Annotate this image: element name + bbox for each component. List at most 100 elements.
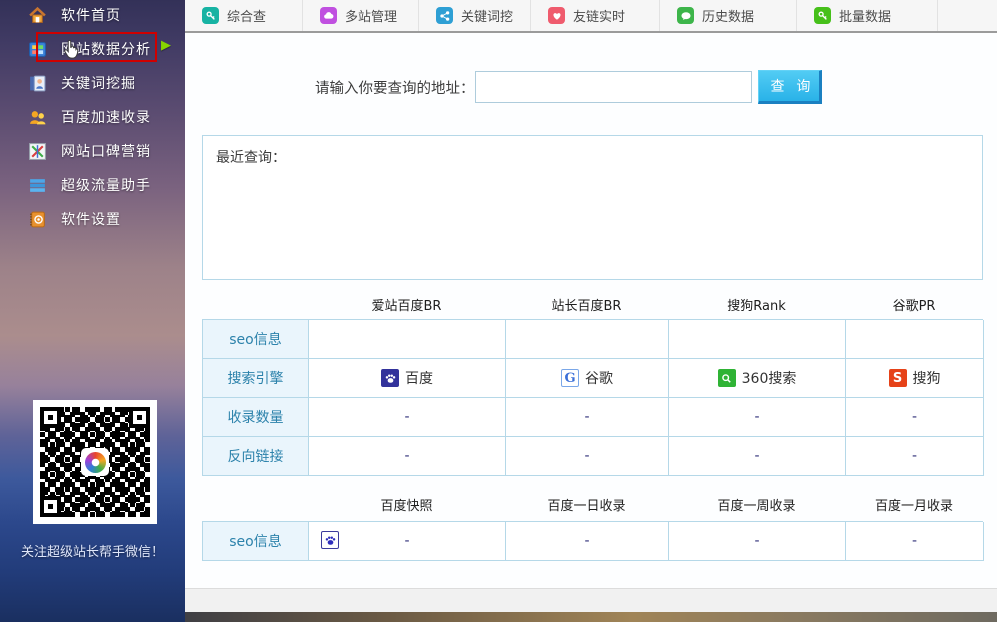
data-cell (309, 320, 506, 359)
row-label-cell: 反向链接 (203, 437, 309, 476)
tab-history-data[interactable]: 历史数据 (660, 0, 797, 31)
submenu-arrow-icon: ▶ (161, 38, 171, 53)
data-cell (846, 320, 984, 359)
column-header: 百度一周收录 (668, 495, 845, 515)
sidebar-item-label: 百度加速收录 (61, 107, 151, 127)
engine-name: 360搜索 (742, 368, 797, 388)
tab-bar: 综合查 多站管理 关键词挖 友链实时 历史数据 批量数据 (185, 0, 997, 33)
data-cell (669, 320, 846, 359)
data-cell: - (309, 398, 506, 437)
key-icon (814, 7, 831, 24)
table-row: seo信息 (203, 320, 983, 359)
data-cell: - (669, 437, 846, 476)
users-icon (27, 108, 48, 127)
window-bottom-strip (185, 588, 997, 612)
sidebar-item-label: 网站数据分析 (61, 39, 151, 59)
sidebar-item-keyword-mining[interactable]: 关键词挖掘 (0, 66, 185, 100)
share-graph-icon (436, 7, 453, 24)
data-cell: - (846, 522, 984, 561)
column-header: 谷歌PR (845, 295, 983, 315)
tab-friend-links-realtime[interactable]: 友链实时 (531, 0, 660, 31)
sogou-icon: S (889, 369, 907, 387)
data-cell: - (309, 437, 506, 476)
sidebar-item-word-of-mouth[interactable]: 网站口碑营销 (0, 134, 185, 168)
seo-table: seo信息 搜索引擎 百度 G 谷歌 (202, 319, 983, 476)
table-row: 搜索引擎 百度 G 谷歌 360搜索 S 搜狗 (203, 359, 983, 398)
data-cell: - (846, 437, 984, 476)
column-header: 站长百度BR (505, 295, 668, 315)
data-cell: - (669, 522, 846, 561)
snapshot-table-header-row: 百度快照 百度一日收录 百度一周收录 百度一月收录 (202, 495, 983, 515)
marketing-icon (27, 142, 48, 161)
data-cell: - (309, 522, 506, 561)
tab-label: 关键词挖 (461, 6, 513, 25)
app-window: 软件首页 网站数据分析 关键词挖掘 百度加速收录 (0, 0, 997, 622)
360-search-icon (718, 369, 736, 387)
home-icon (27, 6, 48, 25)
column-header: 搜狗Rank (668, 295, 845, 315)
data-cell: - (669, 398, 846, 437)
tab-comprehensive-query[interactable]: 综合查 (185, 0, 303, 31)
sidebar-item-baidu-speed-index[interactable]: 百度加速收录 (0, 100, 185, 134)
key-icon (202, 7, 219, 24)
data-cell: - (506, 522, 669, 561)
row-label-cell: seo信息 (203, 320, 309, 359)
data-cell: - (506, 398, 669, 437)
column-header: 百度快照 (308, 495, 505, 515)
data-cell (506, 320, 669, 359)
tab-keyword-mining[interactable]: 关键词挖 (419, 0, 531, 31)
sidebar-item-label: 关键词挖掘 (61, 73, 136, 93)
google-icon: G (561, 369, 579, 387)
cloud-icon (320, 7, 337, 24)
sidebar: 软件首页 网站数据分析 关键词挖掘 百度加速收录 (0, 0, 185, 622)
engine-name: 百度 (405, 368, 433, 388)
sidebar-item-site-data-analysis[interactable]: 网站数据分析 (0, 32, 185, 66)
brand-logo-icon (81, 448, 109, 476)
content-area: 请输入你要查询的地址： 查 询 最近查询： 爱站百度BR 站长百度BR 搜狗Ra… (185, 33, 997, 588)
data-cell: - (846, 398, 984, 437)
recent-queries-panel: 最近查询： (202, 135, 983, 280)
column-header: 百度一月收录 (845, 495, 983, 515)
sidebar-item-settings[interactable]: 软件设置 (0, 202, 185, 236)
desktop-background-strip (185, 612, 997, 622)
cell-value: - (404, 533, 409, 549)
column-header: 爱站百度BR (308, 295, 505, 315)
table-row: 收录数量 - - - - (203, 398, 983, 437)
sidebar-item-traffic-assistant[interactable]: 超级流量助手 (0, 168, 185, 202)
tab-label: 历史数据 (702, 6, 754, 25)
tab-batch-data[interactable]: 批量数据 (797, 0, 938, 31)
sidebar-item-home[interactable]: 软件首页 (0, 0, 185, 32)
column-header (202, 495, 308, 515)
heart-icon (548, 7, 565, 24)
sidebar-item-label: 网站口碑营销 (61, 141, 151, 161)
qr-caption: 关注超级站长帮手微信！ (0, 541, 185, 560)
baidu-snapshot-paw-icon (321, 531, 339, 549)
seo-table-header-row: 爱站百度BR 站长百度BR 搜狗Rank 谷歌PR (202, 295, 983, 315)
engine-name: 搜狗 (913, 368, 941, 388)
table-row: seo信息 - - - - (203, 522, 983, 561)
data-cell: 百度 (309, 359, 506, 398)
query-url-input[interactable] (475, 71, 752, 103)
baidu-paw-icon (381, 369, 399, 387)
traffic-bars-icon (27, 176, 48, 195)
sidebar-menu: 软件首页 网站数据分析 关键词挖掘 百度加速收录 (0, 0, 185, 236)
settings-book-icon (27, 210, 48, 229)
qr-finder-icon (44, 500, 57, 513)
tab-multi-site-management[interactable]: 多站管理 (303, 0, 419, 31)
tab-label: 综合查 (227, 6, 266, 25)
sidebar-item-label: 超级流量助手 (61, 175, 151, 195)
query-label: 请输入你要查询的地址： (315, 77, 475, 98)
query-button[interactable]: 查 询 (758, 70, 822, 104)
data-cell: G 谷歌 (506, 359, 669, 398)
wechat-qr-code (33, 400, 157, 524)
main-panel: 综合查 多站管理 关键词挖 友链实时 历史数据 批量数据 (185, 0, 997, 622)
dashboard-grid-icon (27, 40, 48, 59)
row-label-cell: 收录数量 (203, 398, 309, 437)
qr-finder-icon (133, 411, 146, 424)
table-row: 反向链接 - - - - (203, 437, 983, 476)
tab-label: 多站管理 (345, 6, 397, 25)
data-cell: - (506, 437, 669, 476)
column-header: 百度一日收录 (505, 495, 668, 515)
sidebar-item-label: 软件设置 (61, 209, 121, 229)
snapshot-table: seo信息 - - - - (202, 521, 983, 561)
